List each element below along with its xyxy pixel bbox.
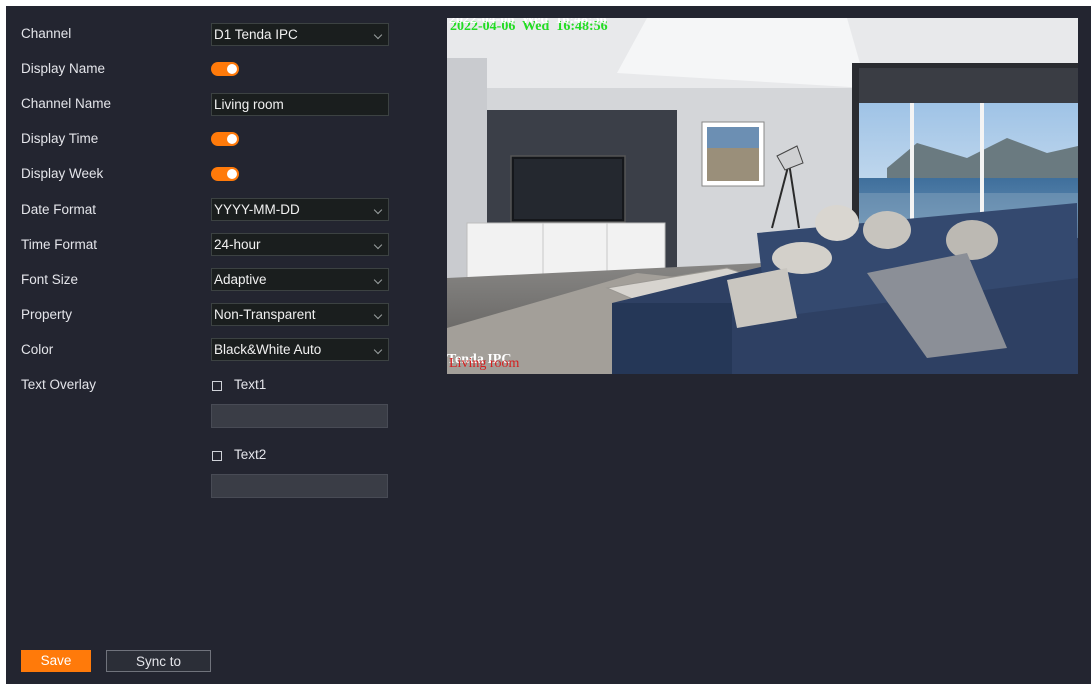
color-value: Black&White Auto <box>214 342 322 357</box>
channel-select-value: D1 Tenda IPC <box>214 27 298 42</box>
channel-label: Channel <box>21 26 72 41</box>
display-name-label: Display Name <box>21 61 106 76</box>
time-format-label: Time Format <box>21 237 98 252</box>
text2-checkbox[interactable] <box>212 451 222 461</box>
chevron-down-icon <box>373 240 383 250</box>
osd-datetime: 2022-04-06 Wed 16:48:56 <box>449 18 607 27</box>
date-format-label: Date Format <box>21 202 97 217</box>
channel-name-label: Channel Name <box>21 96 112 111</box>
property-select[interactable]: Non-Transparent <box>211 303 389 326</box>
time-format-value: 24-hour <box>214 237 261 252</box>
font-size-label: Font Size <box>21 272 79 287</box>
save-button[interactable]: Save <box>21 650 91 672</box>
color-label: Color <box>21 342 54 357</box>
channel-name-input[interactable]: Living room <box>211 93 389 116</box>
chevron-down-icon <box>373 30 383 40</box>
property-value: Non-Transparent <box>214 307 316 322</box>
time-format-select[interactable]: 24-hour <box>211 233 389 256</box>
chevron-down-icon <box>373 205 383 215</box>
color-select[interactable]: Black&White Auto <box>211 338 389 361</box>
text2-input[interactable] <box>211 474 388 498</box>
text1-checkbox[interactable] <box>212 381 222 391</box>
date-format-select[interactable]: YYYY-MM-DD <box>211 198 389 221</box>
text1-input[interactable] <box>211 404 388 428</box>
font-size-select[interactable]: Adaptive <box>211 268 389 291</box>
video-preview: 2022-04-06 Wed 16:48:56 2022-04-06 Wed 1… <box>447 18 1078 374</box>
chevron-down-icon <box>373 310 383 320</box>
channel-name-value: Living room <box>214 97 284 112</box>
living-room-scene-image <box>447 18 1078 374</box>
text1-label: Text1 <box>234 377 267 392</box>
display-week-label: Display Week <box>21 166 104 181</box>
display-time-toggle[interactable] <box>211 132 239 146</box>
property-label: Property <box>21 307 73 322</box>
text-overlay-label: Text Overlay <box>21 377 97 392</box>
date-format-value: YYYY-MM-DD <box>214 202 300 217</box>
display-week-toggle[interactable] <box>211 167 239 181</box>
display-time-label: Display Time <box>21 131 99 146</box>
channel-select[interactable]: D1 Tenda IPC <box>211 23 389 46</box>
display-name-toggle[interactable] <box>211 62 239 76</box>
chevron-down-icon <box>373 275 383 285</box>
chevron-down-icon <box>373 345 383 355</box>
sync-to-button[interactable]: Sync to <box>106 650 211 672</box>
osd-channel-name: Living room <box>449 356 520 371</box>
text2-label: Text2 <box>234 447 267 462</box>
font-size-value: Adaptive <box>214 272 267 287</box>
